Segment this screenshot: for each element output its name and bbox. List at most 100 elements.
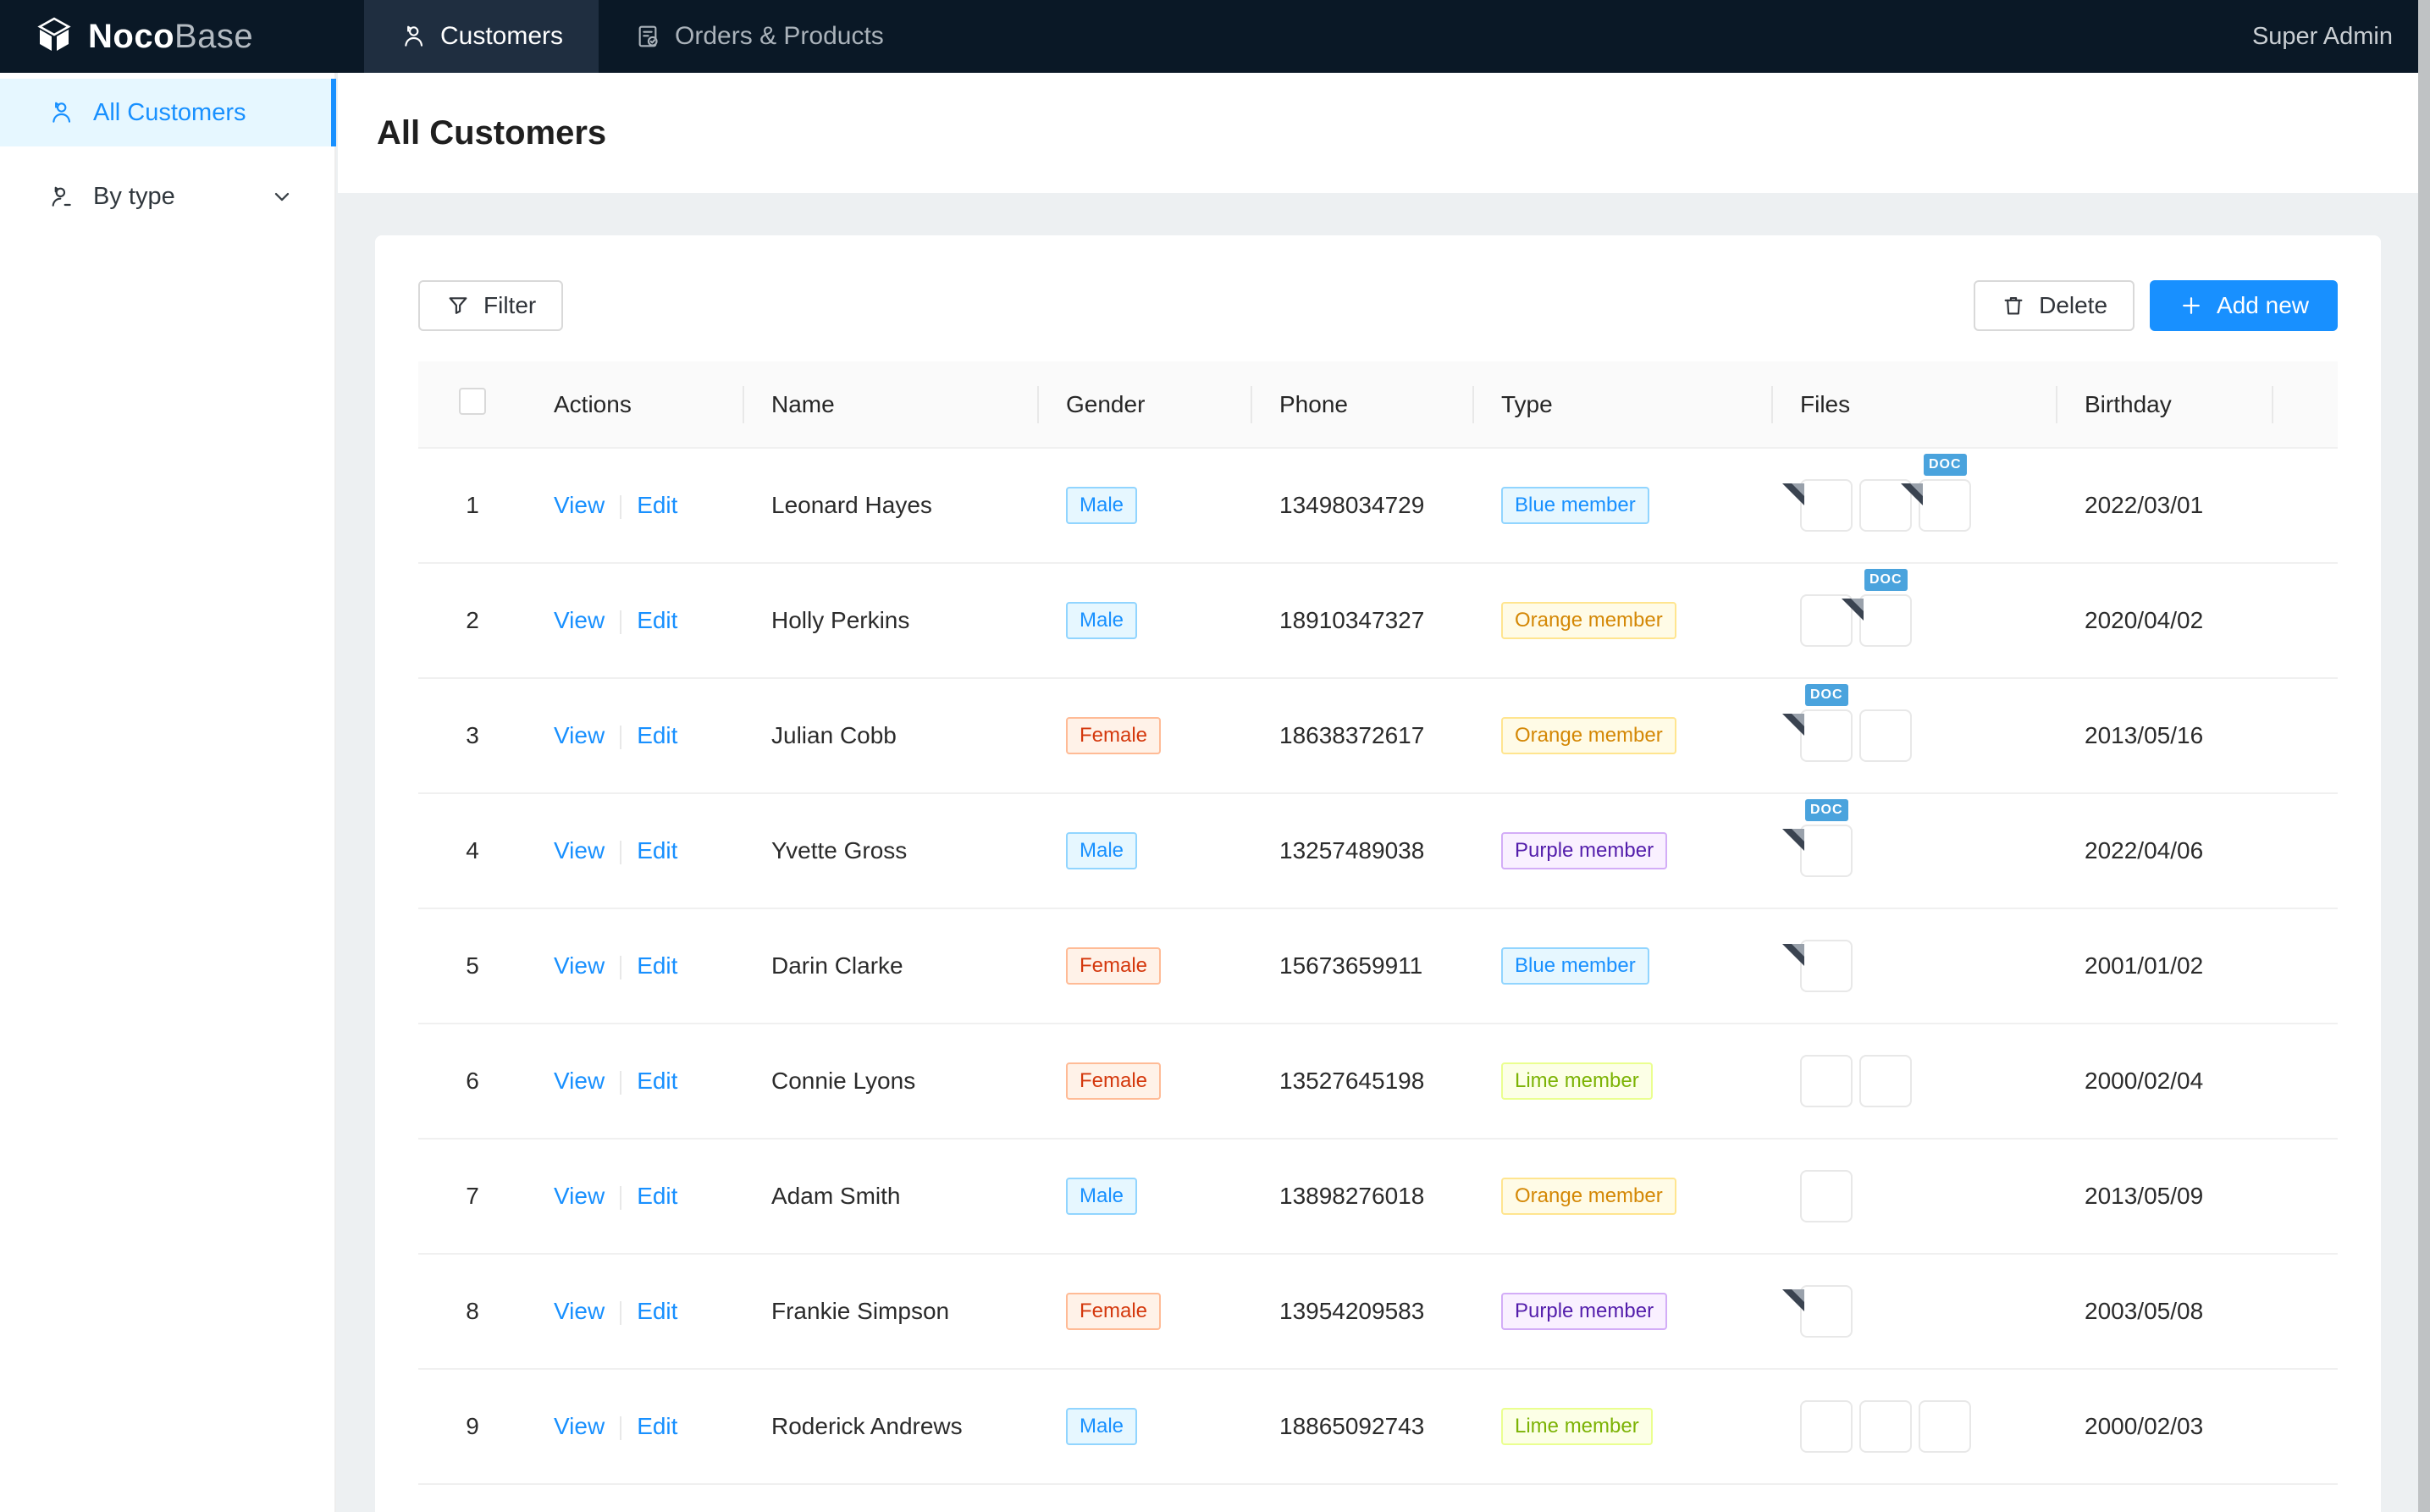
name-cell: Julian Cobb xyxy=(744,678,1039,793)
delete-button[interactable]: Delete xyxy=(1974,280,2135,331)
name-cell: Roderick Andrews xyxy=(744,1369,1039,1484)
files-cell xyxy=(1773,1139,2057,1254)
edit-link[interactable]: Edit xyxy=(637,722,677,748)
file-pdf-icon[interactable] xyxy=(1800,479,1853,532)
extra-cell xyxy=(2273,678,2338,793)
image-thumbnail[interactable] xyxy=(1800,1055,1853,1107)
file-doc-icon[interactable]: DOC xyxy=(1919,479,1971,532)
gender-tag: Male xyxy=(1066,1178,1137,1215)
gender-cell: Male xyxy=(1039,448,1252,563)
type-cell: Purple member xyxy=(1474,1254,1773,1369)
birthday-cell: 2020/04/02 xyxy=(2057,563,2273,678)
gender-tag: Male xyxy=(1066,487,1137,524)
type-cell: Purple member xyxy=(1474,793,1773,908)
page-header: All Customers xyxy=(338,73,2418,193)
phone-cell: 18910347327 xyxy=(1252,563,1474,678)
image-thumbnail[interactable] xyxy=(1859,1055,1912,1107)
nav-tab-orders-products[interactable]: Orders & Products xyxy=(599,0,920,73)
image-thumbnail[interactable] xyxy=(1800,1170,1853,1222)
delete-button-label: Delete xyxy=(2039,292,2107,319)
table-row: 7 ViewEdit Adam Smith Male 13898276018 O… xyxy=(418,1139,2338,1254)
file-pdf-icon[interactable] xyxy=(1800,1285,1853,1338)
sidebar-item-label: All Customers xyxy=(93,99,246,127)
view-link[interactable]: View xyxy=(554,837,605,864)
extra-cell xyxy=(2273,563,2338,678)
phone-cell: 18638372617 xyxy=(1252,678,1474,793)
name-cell: Darin Clarke xyxy=(744,908,1039,1024)
view-link[interactable]: View xyxy=(554,722,605,748)
edit-link[interactable]: Edit xyxy=(637,837,677,864)
edit-link[interactable]: Edit xyxy=(637,1068,677,1094)
filter-icon xyxy=(445,293,471,318)
edit-link[interactable]: Edit xyxy=(637,952,677,979)
file-doc-icon[interactable]: DOC xyxy=(1800,825,1853,877)
actions-cell: View Edit xyxy=(527,1369,744,1484)
file-pdf-icon[interactable] xyxy=(1800,940,1853,992)
brand-name: NocoBase xyxy=(88,18,253,56)
view-link[interactable]: View xyxy=(554,492,605,518)
edit-link[interactable]: Edit xyxy=(637,492,677,518)
nocobase-brand[interactable]: NocoBase xyxy=(0,14,330,59)
nav-tab-customers[interactable]: Customers xyxy=(364,0,599,73)
view-link[interactable]: View xyxy=(554,607,605,633)
file-doc-icon[interactable]: DOC xyxy=(1859,594,1912,647)
name-cell: Yvette Gross xyxy=(744,793,1039,908)
link-divider xyxy=(620,1071,621,1095)
column-header-gender: Gender xyxy=(1039,361,1252,448)
row-index-cell: 3 xyxy=(418,678,527,793)
link-divider xyxy=(620,610,621,634)
actions-cell: View Edit xyxy=(527,793,744,908)
files-cell xyxy=(1773,1254,2057,1369)
files-cell-content xyxy=(1800,1400,2057,1453)
gender-cell: Female xyxy=(1039,908,1252,1024)
header-checkbox-cell xyxy=(418,361,527,448)
sidebar-item-by-type[interactable]: By type xyxy=(0,163,334,230)
name-cell: Leonard Hayes xyxy=(744,448,1039,563)
gender-cell: Male xyxy=(1039,1369,1252,1484)
files-cell: DOC xyxy=(1773,563,2057,678)
order-document-icon xyxy=(634,23,661,50)
user-menu[interactable]: Super Admin xyxy=(2252,23,2430,51)
table-row: 3 ViewEdit Julian Cobb Female 1863837261… xyxy=(418,678,2338,793)
table-header-row: Actions Name Gender Phone Type Files Bir… xyxy=(418,361,2338,448)
files-cell-content: DOC xyxy=(1800,479,2057,532)
files-cell: DOC xyxy=(1773,678,2057,793)
view-link[interactable]: View xyxy=(554,1183,605,1209)
phone-cell: 13954209583 xyxy=(1252,1254,1474,1369)
name-cell: Frankie Simpson xyxy=(744,1254,1039,1369)
edit-link[interactable]: Edit xyxy=(637,1298,677,1324)
column-header-name: Name xyxy=(744,361,1039,448)
view-link[interactable]: View xyxy=(554,1298,605,1324)
column-header-extra xyxy=(2273,361,2338,448)
type-cell: Lime member xyxy=(1474,1369,1773,1484)
edit-link[interactable]: Edit xyxy=(637,1413,677,1439)
image-thumbnail[interactable] xyxy=(1859,1400,1912,1453)
sidebar-item-label: By type xyxy=(93,183,175,211)
sidebar-item-all-customers[interactable]: All Customers xyxy=(0,79,334,146)
add-new-button-label: Add new xyxy=(2217,292,2309,319)
table-row: 9 ViewEdit Roderick Andrews Male 1886509… xyxy=(418,1369,2338,1484)
edit-link[interactable]: Edit xyxy=(637,1183,677,1209)
type-cell: Orange member xyxy=(1474,563,1773,678)
file-doc-icon[interactable]: DOC xyxy=(1800,709,1853,762)
gender-cell: Female xyxy=(1039,1024,1252,1139)
edit-link[interactable]: Edit xyxy=(637,607,677,633)
image-thumbnail[interactable] xyxy=(1800,1400,1853,1453)
vertical-scrollbar[interactable] xyxy=(2418,0,2430,1512)
view-link[interactable]: View xyxy=(554,1068,605,1094)
row-index-cell: 5 xyxy=(418,908,527,1024)
add-new-button[interactable]: Add new xyxy=(2150,280,2338,331)
table-row: 1 ViewEdit Leonard Hayes Male 1349803472… xyxy=(418,448,2338,563)
column-header-actions: Actions xyxy=(527,361,744,448)
nav-tabs: Customers Orders & Products xyxy=(364,0,920,73)
actions-cell: View Edit xyxy=(527,563,744,678)
image-thumbnail[interactable] xyxy=(1919,1400,1971,1453)
select-all-checkbox[interactable] xyxy=(459,388,486,415)
view-link[interactable]: View xyxy=(554,1413,605,1439)
filter-button[interactable]: Filter xyxy=(418,280,563,331)
type-tag: Purple member xyxy=(1501,832,1667,869)
birthday-cell: 2000/02/03 xyxy=(2057,1369,2273,1484)
view-link[interactable]: View xyxy=(554,952,605,979)
type-cell: Orange member xyxy=(1474,678,1773,793)
image-thumbnail[interactable] xyxy=(1859,709,1912,762)
